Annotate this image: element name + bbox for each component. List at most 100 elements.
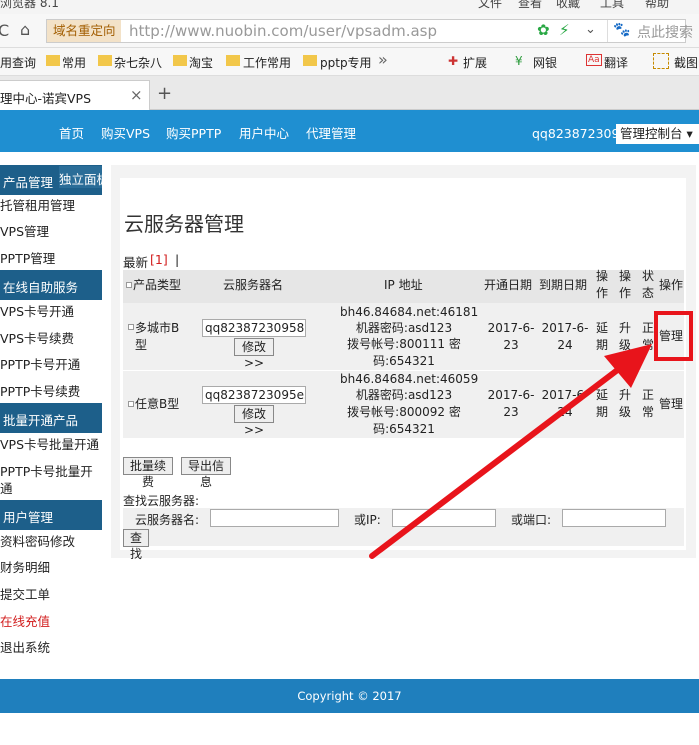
translate-icon: Aa [586, 54, 602, 66]
row-type: 多城市B型 [135, 321, 180, 352]
nav-buy-pptp[interactable]: 购买PPTP [166, 123, 221, 142]
address-bar: C ⌂ 域名重定向 http://www.nuobin.com/user/vps… [0, 14, 699, 48]
arrow-head [604, 344, 652, 388]
tab-active[interactable]: 理中心-诺宾VPS × [0, 80, 150, 110]
sidebar-item-finance[interactable]: 财务明细 [0, 559, 104, 576]
chevron-down-icon[interactable]: ⌄ [585, 22, 596, 37]
new-tab-icon[interactable]: + [157, 83, 172, 104]
bookmark-taobao[interactable]: 淘宝 [189, 54, 213, 71]
latest-count[interactable]: [1] [150, 252, 168, 267]
netbank-menu[interactable]: 网银 [533, 54, 557, 71]
server-name-input[interactable]: qq8238723095e52 [202, 386, 306, 404]
menu-view[interactable]: 查看 [518, 0, 542, 11]
manage-link[interactable]: 管理 [659, 396, 683, 413]
sidebar-item-pptp-batch[interactable]: PPTP卡号批量开通 [0, 463, 100, 497]
sidebar-item-vps-renew[interactable]: VPS卡号续费 [0, 330, 104, 347]
sidebar-item-hosting[interactable]: 托管租用管理 [0, 197, 104, 214]
bank-icon: ¥ [515, 54, 523, 68]
sidebar-item-pptp-renew[interactable]: PPTP卡号续费 [0, 383, 104, 400]
console-label: 管理控制台 [620, 126, 683, 141]
page-title: 云服务器管理 [124, 212, 244, 236]
nav-buy-vps[interactable]: 购买VPS [101, 123, 150, 142]
sidebar-item-vps-batch[interactable]: VPS卡号批量开通 [0, 436, 104, 453]
sidebar-item-pptp[interactable]: PPTP管理 [0, 250, 104, 267]
url-text[interactable]: http://www.nuobin.com/user/vpsadm.asp [129, 22, 437, 40]
sidebar-item-pptp-open[interactable]: PPTP卡号开通 [0, 356, 104, 373]
sidebar-head-batch: 批量开通产品 [0, 403, 102, 433]
batch-renew-button[interactable]: 批量续费 [123, 457, 173, 489]
sidebar-head-label: 产品管理 [3, 175, 54, 190]
col-type: 产品类型 [133, 278, 182, 292]
row-checkbox[interactable] [128, 401, 134, 407]
col-status: 状态 [642, 269, 655, 300]
col-op1: 操作 [596, 269, 609, 300]
search-button[interactable]: 查找 [123, 529, 149, 561]
menu-file[interactable]: 文件 [478, 0, 502, 11]
edit-button[interactable]: 修改>> [234, 405, 274, 437]
translate-menu[interactable]: 翻译 [604, 54, 628, 71]
puzzle-icon: ✚ [448, 54, 459, 68]
sidebar-item-recharge[interactable]: 在线充值 [0, 613, 104, 630]
bookmark-misc[interactable]: 杂七杂八 [114, 54, 162, 71]
refresh-icon[interactable]: C [0, 21, 9, 40]
sidebar-item-vps[interactable]: VPS管理 [0, 223, 104, 240]
row-ip: bh46.84684.net:46181 [340, 305, 479, 319]
select-all-checkbox[interactable] [126, 282, 132, 288]
bookmarks-bar: 用查询 常用 杂七杂八 淘宝 工作常用 pptp专用 » ✚ 扩展 ¥ 网银 A… [0, 48, 699, 76]
site-nav: 首页 购买VPS 购买PPTP 用户中心 代理管理 qq823872309 管理… [0, 110, 699, 152]
nav-user-center[interactable]: 用户中心 [239, 123, 289, 142]
speed-icon[interactable]: ⚡ [559, 21, 570, 39]
close-icon[interactable]: × [130, 86, 143, 104]
bookmark-query[interactable]: 用查询 [0, 54, 36, 71]
nav-home[interactable]: 首页 [59, 123, 84, 142]
footer: Copyright © 2017 [0, 679, 699, 713]
bookmark-work[interactable]: 工作常用 [243, 54, 291, 71]
folder-icon [173, 55, 187, 66]
sidebar-item-logout[interactable]: 退出系统 [0, 639, 104, 656]
menu-tools[interactable]: 工具 [600, 0, 624, 11]
tab-bar: 理中心-诺宾VPS × + [0, 76, 699, 110]
latest-label: 最新 [123, 255, 149, 270]
edit-button[interactable]: 修改>> [234, 338, 274, 370]
url-box[interactable]: 域名重定向 http://www.nuobin.com/user/vpsadm.… [46, 19, 693, 43]
col-name: 云服务器名 [223, 278, 284, 292]
home-icon[interactable]: ⌂ [20, 20, 30, 39]
col-expire-date: 到期日期 [539, 278, 588, 292]
independent-panel-tab[interactable]: 独立面板 [59, 166, 102, 188]
arrow-shaft [369, 359, 631, 559]
menu-favorites[interactable]: 收藏 [556, 0, 580, 11]
search-input[interactable]: 点此搜索 [637, 22, 693, 42]
secure-icon[interactable]: ✿ [537, 21, 550, 39]
sidebar-head-user: 用户管理 [0, 500, 102, 530]
search-name-input[interactable] [210, 509, 339, 527]
search-title: 查找云服务器: [123, 494, 200, 508]
server-name-input[interactable]: qq8238723095830 [202, 319, 306, 337]
col-open-date: 开通日期 [484, 278, 533, 292]
sidebar-item-profile[interactable]: 资料密码修改 [0, 533, 104, 550]
folder-icon [46, 55, 60, 66]
sidebar-item-vps-open[interactable]: VPS卡号开通 [0, 303, 104, 320]
browser-title-bar: 浏览器 8.1 文件 查看 收藏 工具 帮助 [0, 0, 699, 14]
nav-agent[interactable]: 代理管理 [306, 123, 356, 142]
row-checkbox[interactable] [128, 324, 134, 330]
screenshot-menu[interactable]: 截图 [674, 54, 698, 71]
more-bookmarks-icon[interactable]: » [378, 50, 388, 69]
folder-icon [226, 55, 240, 66]
extensions-menu[interactable]: 扩展 [463, 54, 487, 71]
console-dropdown[interactable]: 管理控制台 ▾ [616, 124, 699, 144]
sidebar-head-selfservice: 在线自助服务 [0, 270, 102, 300]
folder-icon [98, 55, 112, 66]
user-name: qq823872309 [532, 126, 620, 141]
menu-help[interactable]: 帮助 [645, 0, 669, 11]
redirect-badge: 域名重定向 [47, 20, 121, 42]
col-manage: 操作 [659, 278, 684, 292]
sidebar-item-ticket[interactable]: 提交工单 [0, 586, 104, 603]
row-type: 任意B型 [135, 397, 180, 411]
bookmark-pptp[interactable]: pptp专用 [320, 54, 372, 71]
col-ip: IP 地址 [384, 278, 423, 292]
export-button[interactable]: 导出信息 [181, 457, 231, 489]
bookmark-common[interactable]: 常用 [62, 54, 86, 71]
col-op2: 操作 [619, 269, 632, 300]
search-engine-icon[interactable]: 🐾 [613, 22, 630, 38]
tab-title: 理中心-诺宾VPS [0, 91, 92, 106]
